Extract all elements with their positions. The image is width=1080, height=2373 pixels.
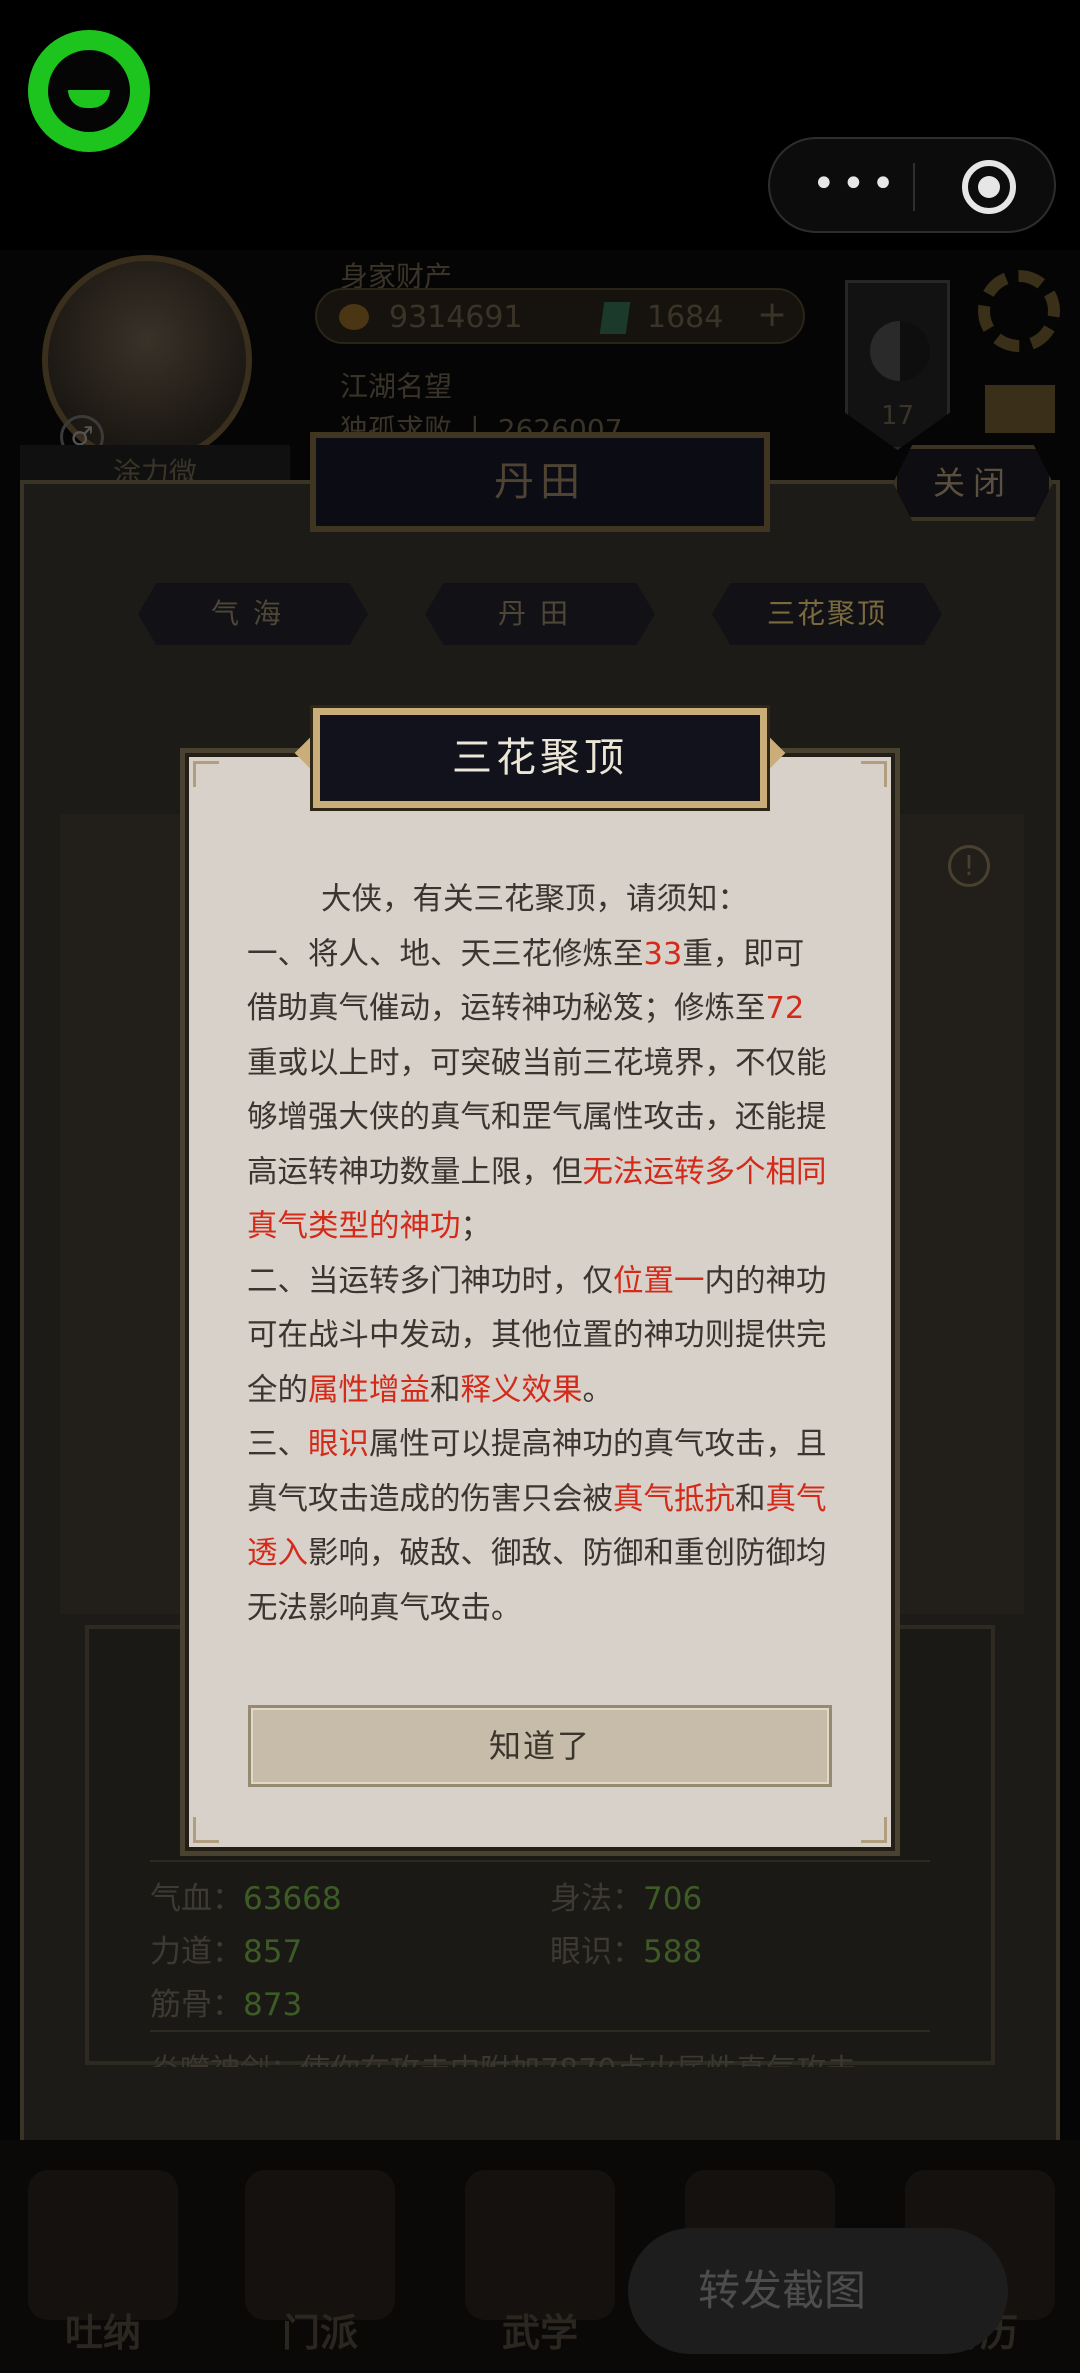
settings-gear-icon[interactable] [978, 270, 1060, 352]
mail-icon[interactable] [985, 385, 1055, 433]
nav-tuna-label[interactable]: 吐纳 [28, 2302, 178, 2357]
gem-icon [599, 302, 631, 334]
currency-bar: 9314691 1684 + [315, 288, 805, 344]
stat-qixue: 气血：63668 [150, 1881, 342, 1917]
level-badge[interactable]: 17 [845, 280, 950, 450]
nav-tuna-icon[interactable] [28, 2170, 178, 2320]
highlight-attribute: 属性增益 [308, 1372, 430, 1408]
level-number: 17 [880, 401, 915, 431]
coin-count: 9314691 [389, 300, 523, 335]
stat-lidao: 力道：857 [150, 1934, 303, 1970]
highlight-effect: 释义效果 [460, 1372, 583, 1408]
corner-ornament [193, 1817, 219, 1843]
top-bar: ••• [0, 0, 1080, 250]
highlight-33: 33 [643, 936, 683, 972]
nav-menpai-label[interactable]: 门派 [245, 2302, 395, 2357]
corner-ornament [861, 761, 887, 787]
coin-icon [339, 304, 369, 330]
nav-menpai-icon[interactable] [245, 2170, 395, 2320]
corner-ornament [193, 761, 219, 787]
close-miniprogram-icon[interactable] [962, 160, 1016, 214]
divider [150, 2030, 930, 2032]
share-screenshot-button[interactable]: 转发截图 [628, 2228, 1008, 2354]
close-button[interactable]: 关闭 [893, 445, 1053, 521]
tab-sanhuajuding[interactable]: 三花聚顶 [712, 583, 942, 645]
stat-jingu: 筋骨：873 [150, 1987, 303, 2023]
stat-yanshi: 眼识：588 [550, 1934, 703, 1970]
capsule-divider [913, 163, 915, 211]
acknowledge-button[interactable]: 知道了 [248, 1705, 832, 1787]
highlight-yanshi: 眼识 [308, 1427, 369, 1462]
dialog-paragraph-1: 一、将人、地、天三花修炼至33重，即可借助真气催动，运转神功秘笈；修炼至72重或… [247, 936, 827, 1245]
nav-wuxue-label[interactable]: 武学 [465, 2302, 615, 2357]
tab-qihai[interactable]: 气海 [138, 583, 368, 645]
dialog-body: 大侠，有关三花聚顶，请须知： 一、将人、地、天三花修炼至33重，即可借助真气催动… [247, 873, 827, 1636]
fame-label: 江湖名望 [340, 370, 453, 403]
divider [150, 1860, 930, 1862]
panel-title: 丹田 [310, 432, 770, 532]
highlight-position: 位置一 [613, 1263, 705, 1299]
miniprogram-capsule: ••• [768, 137, 1056, 233]
dialog-paragraph-2: 二、当运转多门神功时，仅位置一内的神功可在战斗中发动，其他位置的神功则提供完全的… [247, 1263, 827, 1408]
nav-wuxue-icon[interactable] [465, 2170, 615, 2320]
gem-count: 1684 [647, 300, 724, 335]
dialog-intro: 大侠，有关三花聚顶，请须知： [321, 882, 748, 917]
tab-dantian[interactable]: 丹田 [425, 583, 655, 645]
highlight-resist: 真气抵抗 [613, 1481, 735, 1517]
more-menu-icon[interactable]: ••• [812, 164, 901, 204]
highlight-72: 72 [765, 991, 805, 1026]
dialog-title: 三花聚顶 [310, 705, 770, 811]
stat-shenfa: 身法：706 [550, 1881, 703, 1917]
yinyang-icon [870, 321, 930, 381]
skill-effect-text: 炎噬神剑：使你在攻击中附加7870点火属性真气攻击 [150, 2045, 930, 2067]
wechat-logo-icon [28, 30, 150, 152]
corner-ornament [861, 1817, 887, 1843]
dialog-paragraph-3: 三、眼识属性可以提高神功的真气攻击，且真气攻击造成的伤害只会被真气抵抗和真气透入… [247, 1427, 827, 1626]
add-gems-button[interactable]: + [757, 294, 787, 335]
info-icon[interactable]: ! [948, 845, 990, 887]
